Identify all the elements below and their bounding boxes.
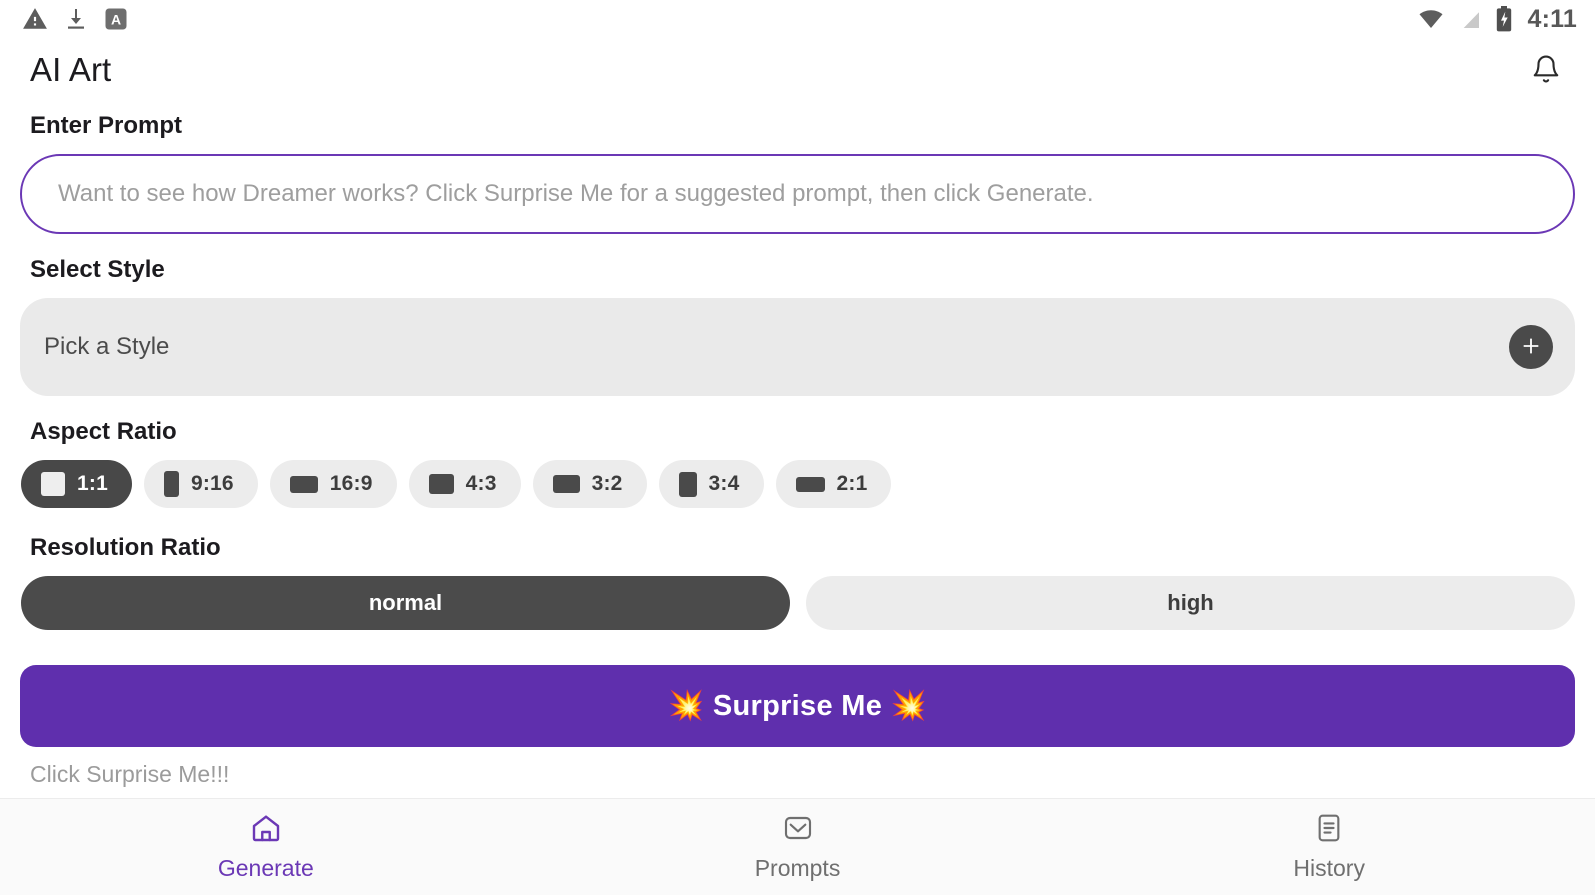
aspect-ratio-chip-1-1[interactable]: 1:1 (21, 460, 132, 508)
page-title: AI Art (30, 51, 112, 88)
bottom-navigation: Generate Prompts History (0, 798, 1595, 895)
aspect-ratio-chip-3-4[interactable]: 3:4 (658, 460, 764, 508)
prompt-input[interactable] (20, 154, 1575, 234)
status-bar-left: A (22, 6, 128, 32)
resolution-ratio-label: Resolution Ratio (30, 534, 221, 561)
document-icon (1313, 812, 1345, 847)
nav-label-history: History (1293, 855, 1365, 881)
aspect-ratio-chip-3-2[interactable]: 3:2 (532, 460, 647, 508)
no-signal-icon (1457, 7, 1483, 31)
warning-triangle-icon (22, 6, 48, 32)
status-message: Click Surprise Me!!! (30, 761, 230, 787)
status-bar: A 4:11 (0, 0, 1595, 38)
home-icon (250, 812, 282, 847)
chip-label: 1:1 (77, 472, 108, 495)
resolution-option-high[interactable]: high (806, 576, 1575, 630)
aspect-ratio-options: 1:1 9:16 16:9 4:3 3:2 3:4 2:1 (21, 460, 1575, 508)
battery-charging-icon (1494, 6, 1514, 32)
main-content: Enter Prompt Select Style Pick a Style A… (0, 102, 1595, 798)
chip-label: 3:4 (708, 472, 740, 495)
nav-item-generate[interactable]: Generate (0, 812, 532, 882)
chip-label: 4:3 (465, 472, 497, 495)
download-icon (64, 6, 88, 32)
status-bar-time: 4:11 (1527, 4, 1577, 33)
status-bar-right: 4:11 (1416, 5, 1577, 34)
landscape-icon (552, 475, 580, 493)
resolution-ratio-options: normal high (21, 576, 1575, 630)
nav-item-prompts[interactable]: Prompts (532, 812, 1064, 882)
aspect-ratio-chip-2-1[interactable]: 2:1 (775, 460, 892, 508)
landscape-icon (428, 474, 454, 494)
portrait-tall-icon (163, 471, 179, 497)
nav-item-history[interactable]: History (1063, 812, 1595, 882)
prompt-label: Enter Prompt (30, 112, 183, 139)
add-style-button[interactable] (1509, 325, 1553, 369)
surprise-me-button[interactable]: 💥 Surprise Me 💥 (20, 665, 1575, 747)
chip-label: 16:9 (329, 472, 373, 495)
plus-icon (1520, 335, 1542, 360)
nav-label-generate: Generate (217, 855, 314, 881)
resolution-option-normal[interactable]: normal (21, 576, 790, 630)
app-bar: AI Art (0, 38, 1595, 102)
inbox-icon (782, 812, 814, 847)
notifications-button[interactable] (1523, 47, 1569, 93)
chip-label: 9:16 (190, 472, 234, 495)
portrait-icon (678, 471, 697, 497)
aspect-ratio-chip-9-16[interactable]: 9:16 (143, 460, 258, 508)
aspect-ratio-chip-16-9[interactable]: 16:9 (269, 460, 397, 508)
chip-label: 3:2 (591, 472, 623, 495)
landscape-wide-icon (289, 475, 318, 493)
bell-icon (1531, 54, 1561, 87)
style-placeholder: Pick a Style (44, 333, 170, 360)
wifi-icon (1416, 7, 1446, 31)
style-picker[interactable]: Pick a Style (20, 298, 1575, 396)
nav-label-prompts: Prompts (754, 855, 841, 881)
aspect-ratio-label: Aspect Ratio (30, 418, 177, 445)
square-icon (41, 472, 65, 496)
chip-label: 2:1 (836, 472, 868, 495)
svg-text:A: A (111, 12, 121, 28)
app-letter-a-icon: A (104, 7, 128, 31)
style-label: Select Style (30, 256, 165, 283)
landscape-ultrawide-icon (795, 476, 825, 492)
app-screen: A 4:11 AI Art Enter Prompt Want to see h… (0, 0, 1595, 895)
aspect-ratio-chip-4-3[interactable]: 4:3 (408, 460, 521, 508)
